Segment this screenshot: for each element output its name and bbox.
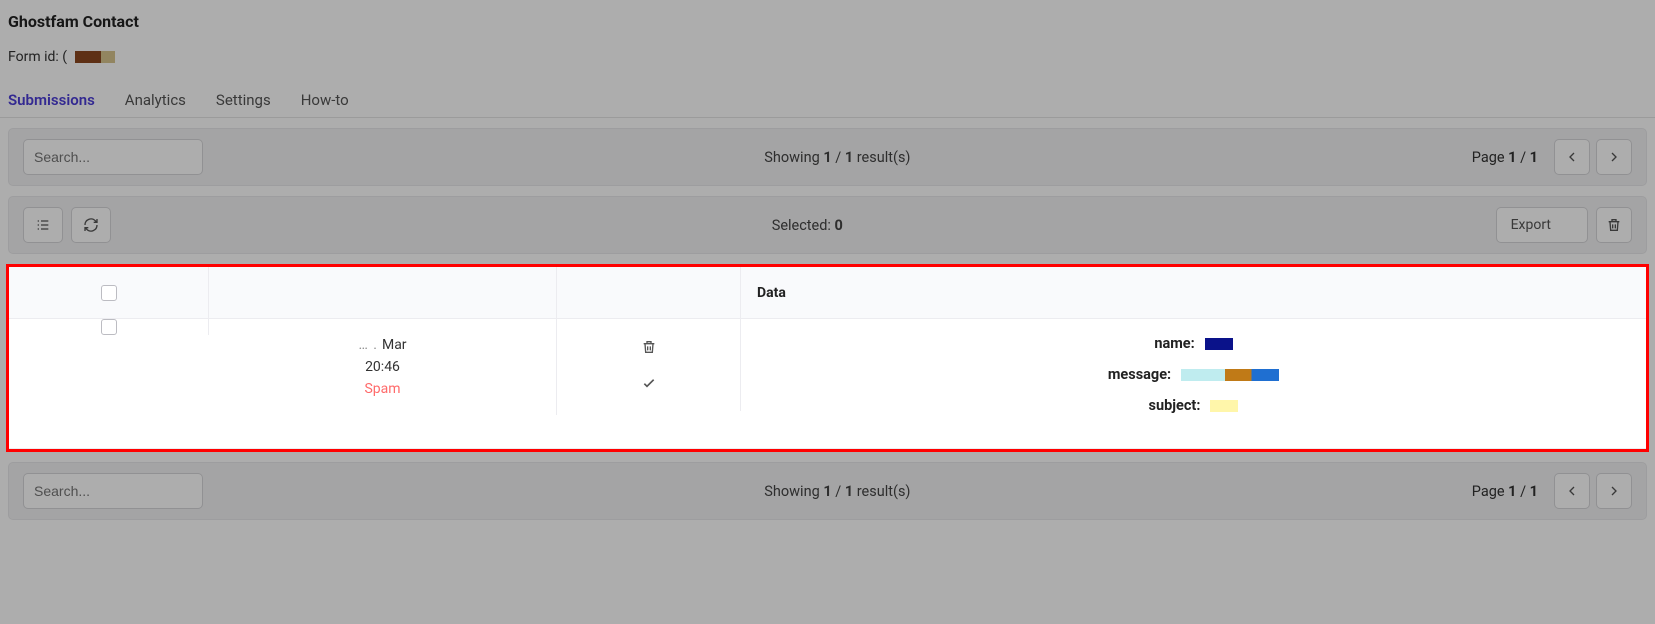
showing-prefix: Showing xyxy=(764,149,823,166)
submissions-table: Data … .Mar 20:46 Spam name: xyxy=(6,264,1649,452)
form-id-redacted xyxy=(75,51,115,63)
arrow-left-icon xyxy=(1564,149,1580,165)
date-prefix: … . xyxy=(358,337,378,353)
trash-icon xyxy=(1606,217,1622,233)
date-column-header xyxy=(209,267,557,318)
selected-count: Selected: 0 xyxy=(119,217,1496,234)
showing-current-b: 1 xyxy=(823,483,831,500)
search-input-top[interactable] xyxy=(23,139,203,175)
row-time: 20:46 xyxy=(365,359,400,375)
page-prefix: Page xyxy=(1472,149,1508,166)
form-id-label: Form id: ( xyxy=(8,49,67,65)
page-sep: / xyxy=(1516,149,1529,166)
arrow-right-icon xyxy=(1606,149,1622,165)
results-count-top: Showing 1 / 1 result(s) xyxy=(203,149,1472,166)
results-count-bottom: Showing 1 / 1 result(s) xyxy=(203,483,1472,500)
table-header: Data xyxy=(9,267,1646,319)
check-icon xyxy=(641,375,657,391)
next-page-button-bottom[interactable] xyxy=(1596,473,1632,509)
showing-prefix-b: Showing xyxy=(764,483,823,500)
export-label: Export xyxy=(1511,217,1551,233)
data-field-message: message: xyxy=(1108,366,1279,383)
row-select-checkbox[interactable] xyxy=(101,319,117,335)
message-value-redacted xyxy=(1181,369,1279,381)
data-field-subject: subject: xyxy=(1149,397,1239,414)
tab-analytics[interactable]: Analytics xyxy=(125,91,186,109)
data-field-name: name: xyxy=(1154,335,1232,352)
subject-value-redacted xyxy=(1210,400,1238,412)
page-total: 1 xyxy=(1530,149,1538,166)
select-all-checkbox[interactable] xyxy=(101,285,117,301)
selected-label: Selected: xyxy=(772,217,835,234)
showing-current: 1 xyxy=(823,149,831,166)
page-indicator-bottom: Page 1 / 1 xyxy=(1472,483,1538,500)
selected-count-value: 0 xyxy=(835,217,843,234)
message-key: message: xyxy=(1108,366,1171,383)
page-sep-b: / xyxy=(1516,483,1529,500)
prev-page-button-top[interactable] xyxy=(1554,139,1590,175)
actions-column-header xyxy=(557,267,741,318)
toolbar-selection: Selected: 0 Export xyxy=(8,196,1647,254)
chevron-down-icon xyxy=(1557,217,1573,233)
showing-suffix: result(s) xyxy=(853,149,910,166)
toolbar-bottom: Showing 1 / 1 result(s) Page 1 / 1 xyxy=(8,462,1647,520)
page-indicator-top: Page 1 / 1 xyxy=(1472,149,1538,166)
arrow-left-icon xyxy=(1564,483,1580,499)
export-button[interactable]: Export xyxy=(1496,207,1588,243)
delete-selected-button[interactable] xyxy=(1596,207,1632,243)
refresh-icon xyxy=(83,217,99,233)
tab-howto[interactable]: How-to xyxy=(301,91,349,109)
tab-submissions[interactable]: Submissions xyxy=(8,91,95,109)
refresh-button[interactable] xyxy=(71,207,111,243)
showing-sep: / xyxy=(832,149,845,166)
date-month: Mar xyxy=(382,337,407,353)
data-column-header: Data xyxy=(741,267,1646,318)
tabs: Submissions Analytics Settings How-to xyxy=(0,91,1655,118)
next-page-button-top[interactable] xyxy=(1596,139,1632,175)
row-delete-button[interactable] xyxy=(639,337,659,357)
tab-settings[interactable]: Settings xyxy=(216,91,271,109)
form-id-row: Form id: ( xyxy=(8,49,1647,65)
showing-sep-b: / xyxy=(832,483,845,500)
prev-page-button-bottom[interactable] xyxy=(1554,473,1590,509)
spam-badge: Spam xyxy=(364,381,400,397)
list-icon xyxy=(35,217,51,233)
showing-total: 1 xyxy=(845,149,853,166)
page-prefix-b: Page xyxy=(1472,483,1508,500)
page-total-b: 1 xyxy=(1530,483,1538,500)
showing-suffix-b: result(s) xyxy=(853,483,910,500)
toolbar-top: Showing 1 / 1 result(s) Page 1 / 1 xyxy=(8,128,1647,186)
list-view-button[interactable] xyxy=(23,207,63,243)
subject-key: subject: xyxy=(1149,397,1201,414)
name-key: name: xyxy=(1154,335,1194,352)
name-value-redacted xyxy=(1205,338,1233,350)
search-input-bottom[interactable] xyxy=(23,473,203,509)
showing-total-b: 1 xyxy=(845,483,853,500)
table-row: … .Mar 20:46 Spam name: message: subje xyxy=(9,319,1646,449)
arrow-right-icon xyxy=(1606,483,1622,499)
page-title: Ghostfam Contact xyxy=(8,12,1647,31)
row-date: … .Mar xyxy=(358,337,406,353)
trash-icon xyxy=(641,339,657,355)
row-approve-button[interactable] xyxy=(639,373,659,393)
